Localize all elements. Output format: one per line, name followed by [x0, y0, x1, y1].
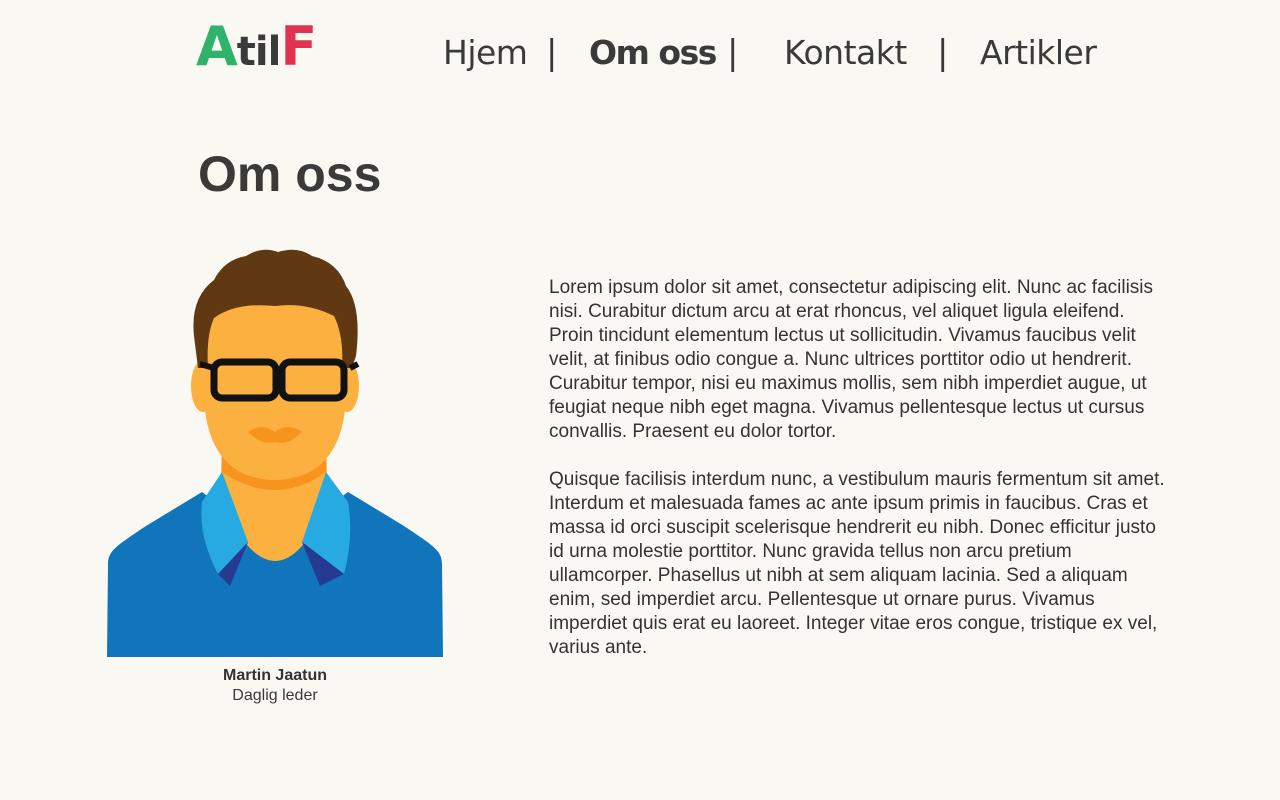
nav-item-om-oss[interactable]: Om oss: [589, 30, 717, 76]
nav-item-hjem[interactable]: Hjem: [443, 30, 528, 76]
nav-separator: |: [937, 33, 949, 73]
person-avatar: [106, 246, 444, 658]
person-role: Daglig leder: [232, 687, 318, 704]
logo[interactable]: AtilF: [196, 20, 317, 76]
logo-text-til: til: [236, 29, 282, 75]
about-paragraph: Quisque facilisis interdum nunc, a vesti…: [549, 469, 1165, 658]
person-name: Martin Jaatun: [222, 667, 327, 684]
nav-item-artikler[interactable]: Artikler: [980, 30, 1097, 76]
man-with-glasses-avatar-icon: [107, 249, 443, 657]
about-paragraph: Lorem ipsum dolor sit amet, consectetur …: [549, 277, 1154, 442]
logo-letter-f: F: [280, 15, 317, 78]
nav-item-kontakt[interactable]: Kontakt: [784, 30, 907, 76]
nav-separator: |: [727, 33, 739, 73]
about-content: Lorem ipsum dolor sit amet, consectetur …: [549, 276, 1169, 684]
nav-separator: |: [546, 33, 558, 73]
page-title: Om oss: [198, 146, 382, 202]
logo-letter-a: A: [196, 15, 238, 78]
